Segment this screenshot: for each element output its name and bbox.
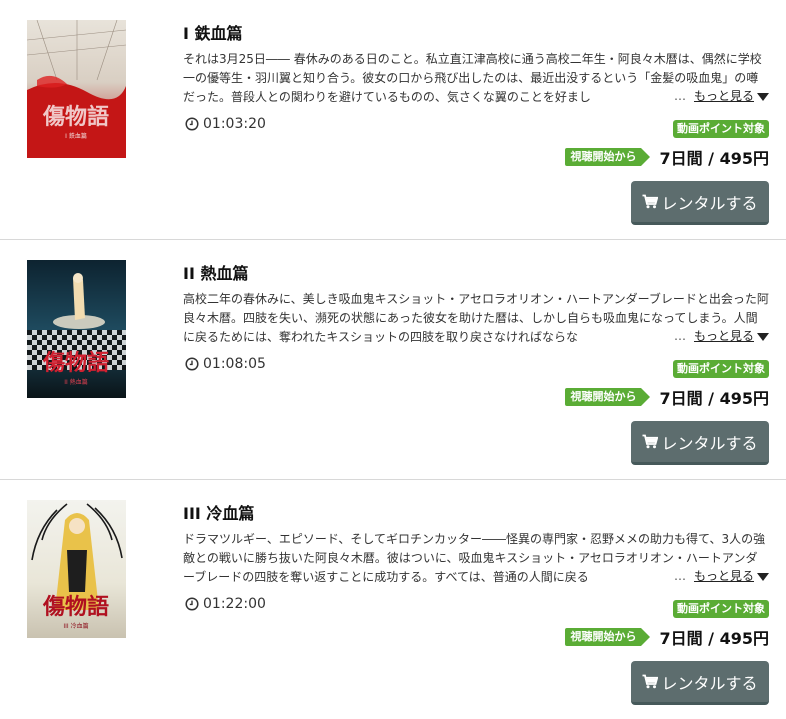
- episode-title[interactable]: I 鉄血篇: [183, 20, 243, 44]
- cart-icon: [642, 194, 659, 209]
- episode-duration: 01:08:05: [185, 356, 266, 372]
- caret-down-icon[interactable]: [757, 332, 769, 341]
- rent-label: レンタルする: [661, 673, 758, 693]
- episode-thumbnail[interactable]: 傷物語 II 熱血篇: [27, 260, 126, 398]
- clock-icon: [185, 117, 199, 131]
- point-badge: 動画ポイント対象: [673, 120, 769, 138]
- episode-synopsis: それは3月25日―― 春休みのある日のこと。私立直江津高校に通う高校二年生・阿良…: [183, 50, 769, 106]
- episode-item: 傷物語 I 鉄血篇 I 鉄血篇 それは3月25日―― 春休みのある日のこと。私立…: [0, 0, 786, 240]
- point-badge: 動画ポイント対象: [673, 600, 769, 618]
- caret-down-icon[interactable]: [757, 572, 769, 581]
- episode-title[interactable]: III 冷血篇: [183, 500, 254, 524]
- poster-title: 傷物語: [42, 594, 109, 620]
- episode-thumbnail[interactable]: 傷物語 I 鉄血篇: [27, 20, 126, 158]
- more-toggle[interactable]: … もっと見る: [669, 87, 769, 106]
- more-toggle[interactable]: … もっと見る: [669, 567, 769, 586]
- clock-icon: [185, 597, 199, 611]
- duration-text: 01:22:00: [203, 596, 266, 612]
- start-badge: 視聴開始から: [565, 148, 651, 166]
- episode-duration: 01:22:00: [185, 596, 266, 612]
- more-toggle[interactable]: … もっと見る: [669, 327, 769, 346]
- more-link[interactable]: もっと見る: [694, 87, 754, 106]
- start-badge: 視聴開始から: [565, 388, 651, 406]
- rent-label: レンタルする: [661, 433, 758, 453]
- episode-item: 傷物語 II 熱血篇 II 熱血篇 高校二年の春休みに、美しき吸血鬼キスショット…: [0, 240, 786, 480]
- episode-duration: 01:03:20: [185, 116, 266, 132]
- poster-title: 傷物語: [42, 104, 109, 130]
- rent-button[interactable]: レンタルする: [631, 421, 769, 465]
- duration-text: 01:03:20: [203, 116, 266, 132]
- rental-price: 7日間 / 495円: [659, 629, 769, 648]
- point-badge: 動画ポイント対象: [673, 360, 769, 378]
- poster-image: 傷物語 II 熱血篇: [27, 260, 126, 398]
- cart-icon: [642, 434, 659, 449]
- poster-subtitle: I 鉄血篇: [65, 132, 87, 140]
- ellipsis: …: [673, 329, 686, 343]
- ellipsis: …: [673, 89, 686, 103]
- caret-down-icon[interactable]: [757, 92, 769, 101]
- rent-button[interactable]: レンタルする: [631, 181, 769, 225]
- rent-button[interactable]: レンタルする: [631, 661, 769, 705]
- more-link[interactable]: もっと見る: [694, 327, 754, 346]
- price-row: 視聴開始から 7日間 / 495円: [565, 145, 769, 169]
- rent-label: レンタルする: [661, 193, 758, 213]
- start-badge: 視聴開始から: [565, 628, 651, 646]
- episode-synopsis: ドラマツルギー、エピソード、そしてギロチンカッター――怪異の専門家・忍野メメの助…: [183, 530, 769, 586]
- rental-price: 7日間 / 495円: [659, 389, 769, 408]
- episode-item: 傷物語 III 冷血篇 III 冷血篇 ドラマツルギー、エピソード、そしてギロチ…: [0, 480, 786, 719]
- episode-list: 傷物語 I 鉄血篇 I 鉄血篇 それは3月25日―― 春休みのある日のこと。私立…: [0, 0, 786, 719]
- poster-subtitle: III 冷血篇: [63, 622, 88, 630]
- price-row: 視聴開始から 7日間 / 495円: [565, 625, 769, 649]
- poster-image: 傷物語 I 鉄血篇: [27, 20, 126, 158]
- duration-text: 01:08:05: [203, 356, 266, 372]
- poster-title: 傷物語: [42, 350, 109, 376]
- poster-image: 傷物語 III 冷血篇: [27, 500, 126, 638]
- clock-icon: [185, 357, 199, 371]
- ellipsis: …: [673, 569, 686, 583]
- cart-icon: [642, 674, 659, 689]
- episode-synopsis: 高校二年の春休みに、美しき吸血鬼キスショット・アセロラオリオン・ハートアンダーブ…: [183, 290, 769, 346]
- episode-thumbnail[interactable]: 傷物語 III 冷血篇: [27, 500, 126, 638]
- more-link[interactable]: もっと見る: [694, 567, 754, 586]
- rental-price: 7日間 / 495円: [659, 149, 769, 168]
- price-row: 視聴開始から 7日間 / 495円: [565, 385, 769, 409]
- poster-subtitle: II 熱血篇: [64, 378, 87, 386]
- episode-title[interactable]: II 熱血篇: [183, 260, 248, 284]
